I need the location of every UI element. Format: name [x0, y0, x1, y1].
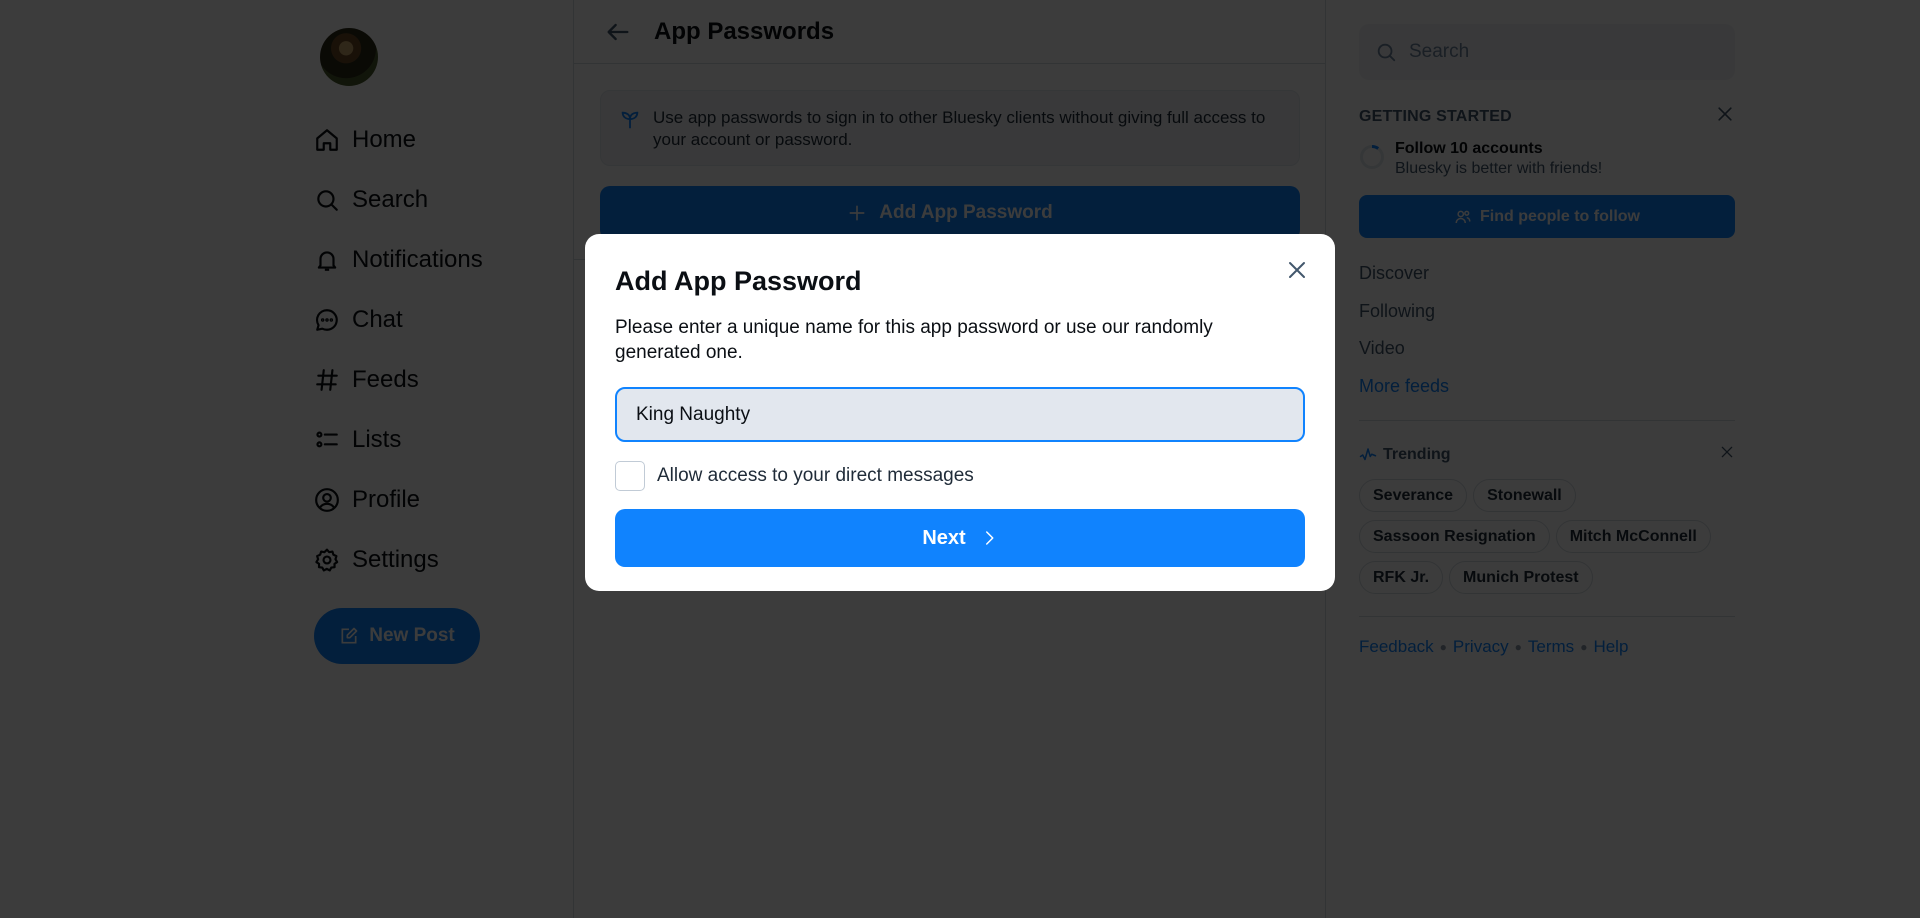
add-app-password-dialog: Add App Password Please enter a unique n… [585, 234, 1335, 591]
next-button[interactable]: Next [615, 509, 1305, 567]
dm-access-label: Allow access to your direct messages [657, 465, 974, 486]
close-icon [1289, 262, 1305, 278]
app-password-name-input[interactable] [615, 387, 1305, 442]
dialog-title: Add App Password [615, 266, 862, 296]
close-dialog-button[interactable] [1285, 258, 1309, 287]
dm-access-checkbox[interactable] [615, 461, 645, 491]
dialog-description: Please enter a unique name for this app … [615, 317, 1213, 363]
next-label: Next [922, 526, 966, 549]
dm-access-checkbox-row[interactable]: Allow access to your direct messages [615, 461, 1305, 491]
chevron-right-icon [985, 531, 994, 545]
